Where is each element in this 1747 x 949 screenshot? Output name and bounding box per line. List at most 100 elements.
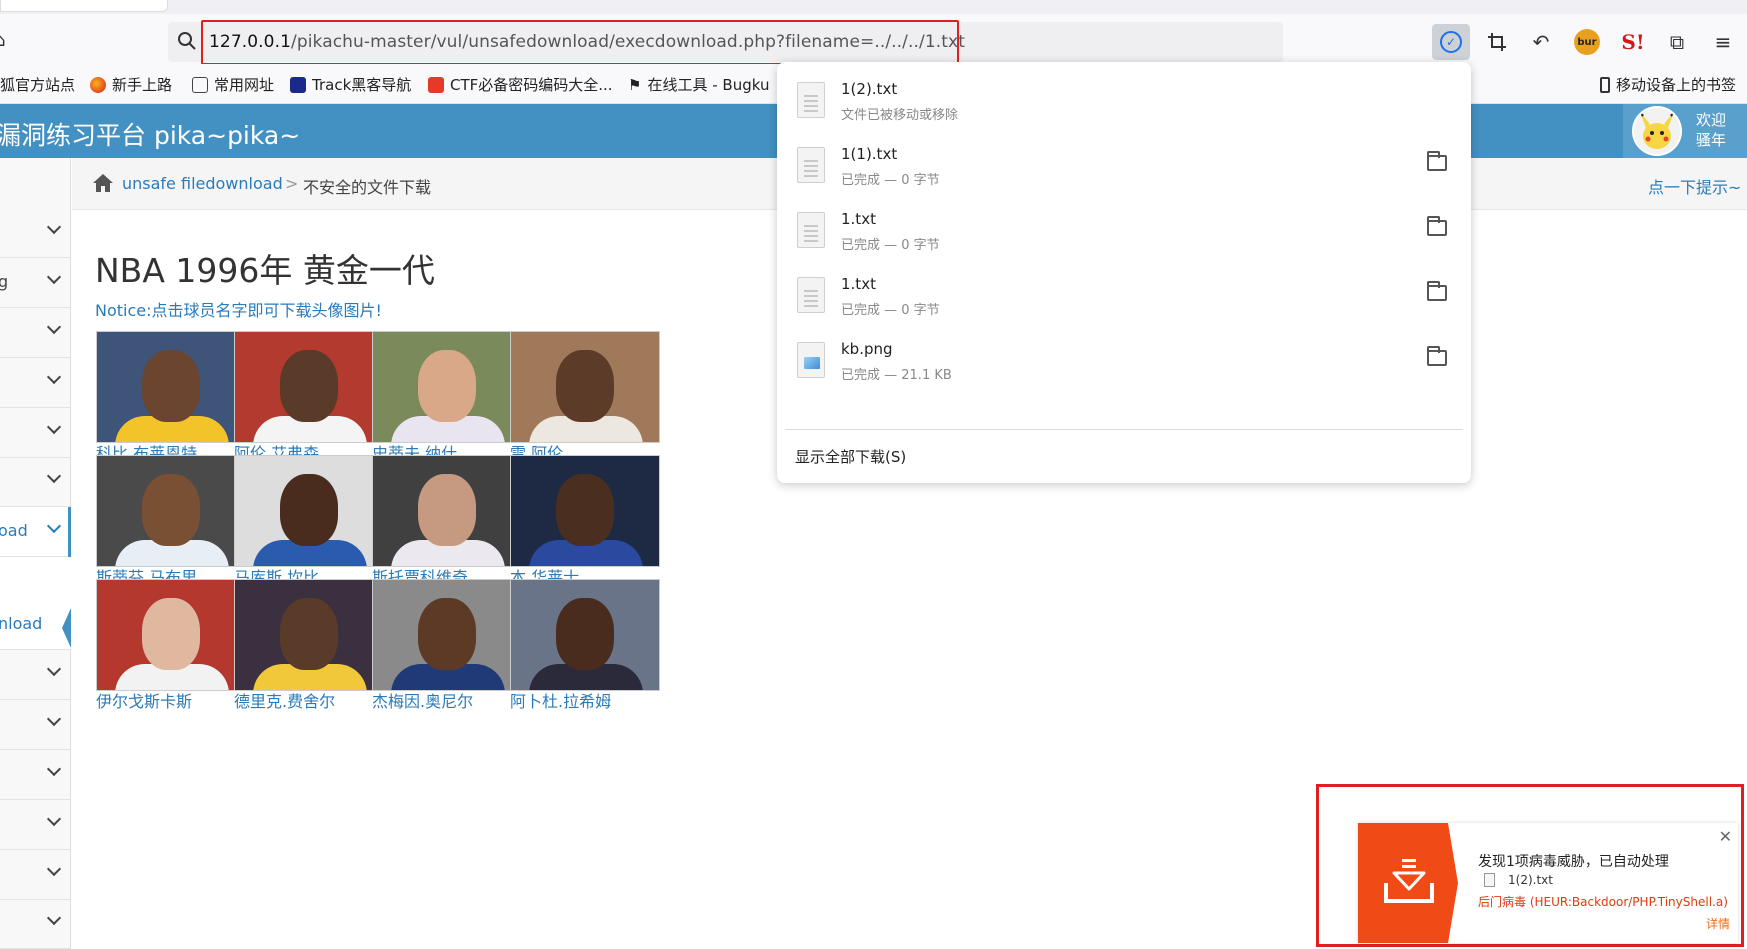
sidebar-subitem-unsafe-filedownload[interactable]: nload [0,600,71,650]
player-head [556,598,614,670]
open-folder-icon[interactable] [1427,216,1447,236]
chevron-down-icon [46,468,62,484]
burp-extension-button[interactable]: bur [1568,24,1606,60]
chevron-down-icon [46,761,62,777]
text-file-icon [797,277,825,313]
player-photo [372,455,522,567]
download-status: 文件已被移动或移除 [841,108,959,123]
show-all-downloads-button[interactable]: 显示全部下载(S) [795,446,906,467]
mobile-bookmarks[interactable]: 移动设备上的书签 [1600,74,1736,95]
sidebar-item-8[interactable] [0,650,71,700]
av-details-link[interactable]: 详情 [1706,915,1730,932]
player-photo [372,331,522,443]
chevron-down-icon [46,910,62,926]
undo-icon: ↶ [1532,30,1550,54]
download-item[interactable]: kb.png 已完成 — 21.1 KB [777,326,1471,398]
image-file-icon [797,342,825,378]
bookmark-official-site[interactable]: 狐官方站点 [0,74,75,95]
download-file-name: 1.txt [841,210,876,228]
player-name-link[interactable]: 德里克.费舍尔 [234,691,386,713]
image-thumb-icon [804,357,820,369]
pikachu-avatar [1632,106,1682,156]
sidebar-item-2[interactable]: g [0,258,71,308]
player-name-link[interactable]: 杰梅因.奥尼尔 [372,691,524,713]
sidebar-item-3[interactable] [0,308,71,358]
chevron-down-icon [46,419,62,435]
download-file-name: 1(1).txt [841,145,898,163]
sidebar-item-unsafe-download[interactable]: oad [0,507,71,557]
download-item[interactable]: 1(2).txt 文件已被移动或移除 [777,66,1471,138]
bookmark-bugku[interactable]: ⚑ 在线工具 - Bugku [628,74,769,95]
shield-icon [290,76,306,93]
menu-button[interactable]: ≡ [1704,24,1742,60]
sidebar-item-1[interactable] [0,208,71,258]
sidebar-item-4[interactable] [0,358,71,408]
download-item[interactable]: 1.txt 已完成 — 0 字节 [777,196,1471,268]
player-head [556,350,614,422]
download-status: 已完成 — 0 字节 [841,238,940,253]
sidebar-item-5[interactable] [0,408,71,458]
download-item[interactable]: 1(1).txt 已完成 — 0 字节 [777,131,1471,203]
open-folder-icon[interactable] [1427,281,1447,301]
bookmark-common-sites[interactable]: 常用网址 [192,74,274,95]
download-icon: ✓ [1440,31,1462,53]
download-file-name: 1.txt [841,275,876,293]
av-file-name: 1(2).txt [1508,873,1553,887]
back-arrow-button[interactable]: ↶ [1522,24,1560,60]
player-name-link[interactable]: 伊尔戈斯卡斯 [96,691,248,713]
hint-link[interactable]: 点一下提示~ [1648,174,1741,198]
home-icon[interactable]: ⌂ [0,30,5,51]
extensions-button[interactable]: ⧉ [1658,24,1696,60]
player-head [280,350,338,422]
player-card: 科比.布莱恩特 [96,331,248,465]
download-status: 已完成 — 0 字节 [841,303,940,318]
sidebar-item-10[interactable] [0,750,71,800]
screenshot-button[interactable] [1478,24,1516,60]
text-file-icon [797,212,825,248]
browser-tab[interactable] [0,0,168,12]
player-name-link[interactable]: 阿卜杜.拉希姆 [510,691,662,713]
open-folder-icon[interactable] [1427,151,1447,171]
sidebar-subitem-label: nload [0,614,43,633]
player-photo [96,579,246,691]
player-head [556,474,614,546]
notice-text: Notice:点击球员名字即可下载头像图片! [95,301,382,320]
bookmark-track-nav[interactable]: Track黑客导航 [290,74,411,95]
chevron-down-icon [46,518,62,534]
file-icon [1484,873,1495,887]
downloads-divider [785,429,1463,430]
mobile-icon [1600,76,1610,93]
bookmark-ctf-codes[interactable]: CTF必备密码编码大全... [428,74,613,95]
s-extension-button[interactable]: S! [1614,24,1652,60]
site-title[interactable]: 漏洞练习平台 pika~pika~ [0,116,300,152]
tab-strip [0,0,1747,14]
player-card: 斯托贾科维奇 [372,455,524,589]
breadcrumb-current: 不安全的文件下载 [303,178,432,197]
download-file-name: 1(2).txt [841,80,898,98]
sidebar-item-9[interactable] [0,700,71,750]
player-head [418,350,476,422]
sidebar-item-label: g [0,272,9,291]
breadcrumb-link[interactable]: unsafe filedownload [122,174,283,193]
player-photo [372,579,522,691]
player-head [142,350,200,422]
home-icon[interactable] [92,173,114,193]
close-icon[interactable]: ✕ [1719,827,1732,846]
sidebar-item-13[interactable] [0,899,71,949]
downloads-button[interactable]: ✓ [1432,24,1470,60]
open-folder-icon[interactable] [1427,346,1447,366]
antivirus-notification: ✕ 发现1项病毒威胁，已自动处理 1(2).txt 后门病毒 (HEUR:Bac… [1358,823,1738,943]
player-card: 斯蒂芬.马布里 [96,455,248,589]
av-title: 发现1项病毒威胁，已自动处理 [1478,854,1669,870]
sidebar-item-12[interactable] [0,850,71,900]
bookmark-getting-started[interactable]: 新手上路 [90,74,172,95]
player-head [280,598,338,670]
mobile-bookmarks-label: 移动设备上的书签 [1616,76,1737,94]
bookmark-label: 新手上路 [112,76,173,94]
sidebar-item-6[interactable] [0,457,71,507]
sidebar-item-11[interactable] [0,800,71,850]
download-item[interactable]: 1.txt 已完成 — 0 字节 [777,261,1471,333]
hamburger-menu-icon: ≡ [1714,30,1732,54]
player-card: 阿卜杜.拉希姆 [510,579,662,713]
download-status: 已完成 — 21.1 KB [841,368,952,383]
